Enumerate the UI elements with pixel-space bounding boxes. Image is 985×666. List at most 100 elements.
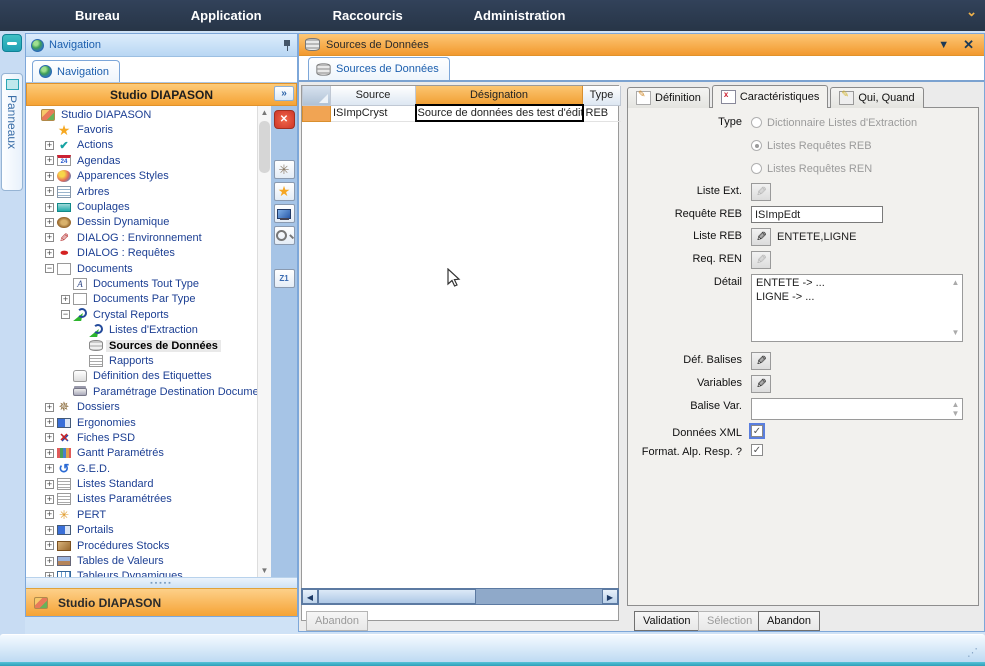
abandon-button[interactable]: Abandon <box>758 611 820 631</box>
pen-icon[interactable] <box>751 228 771 246</box>
expand-icon[interactable]: + <box>45 203 54 212</box>
scrollbar-thumb[interactable] <box>318 589 476 604</box>
tab-navigation[interactable]: Navigation <box>32 60 120 82</box>
pen-icon[interactable] <box>751 375 771 393</box>
tree-item[interactable]: Paramétrage Destination Document <box>26 384 257 399</box>
menu-item-administration[interactable]: Administration <box>474 8 566 23</box>
expand-icon[interactable]: + <box>61 295 70 304</box>
format-alp-checkbox[interactable]: ✓ <box>751 444 763 456</box>
rail-collapse-button[interactable] <box>2 34 22 52</box>
s-lection-button[interactable]: Sélection <box>698 611 761 631</box>
expand-icon[interactable]: + <box>45 141 54 150</box>
tree-item[interactable]: Documents Tout Type <box>26 276 257 291</box>
tree-item[interactable]: +Couplages <box>26 199 257 214</box>
collapse-panel-button[interactable]: » <box>274 86 294 101</box>
expand-icon[interactable]: + <box>45 495 54 504</box>
tree-item[interactable]: −Crystal Reports <box>26 307 257 322</box>
expand-icon[interactable]: + <box>45 249 54 258</box>
input-spinner[interactable]: ▲▼ <box>950 400 961 418</box>
tree-item[interactable]: +Tables de Valeurs <box>26 553 257 568</box>
tree-item[interactable]: Favoris <box>26 122 257 137</box>
search-icon[interactable] <box>274 226 295 245</box>
zoom-z1-icon[interactable] <box>274 269 295 288</box>
menu-item-application[interactable]: Application <box>191 8 262 23</box>
radio-icon[interactable] <box>751 140 762 151</box>
resize-grip[interactable]: ⋰ <box>967 646 979 659</box>
scroll-down-arrow[interactable]: ▼ <box>258 564 271 577</box>
tree-item[interactable]: Studio DIAPASON <box>26 107 257 122</box>
expand-icon[interactable]: + <box>45 541 54 550</box>
grid-column-header-type[interactable]: Type <box>583 86 621 105</box>
scroll-left-arrow[interactable]: ◀ <box>302 589 318 604</box>
close-icon[interactable] <box>274 110 295 129</box>
grid-column-header-source[interactable]: Source <box>331 86 416 105</box>
tree-item[interactable]: +Documents Par Type <box>26 292 257 307</box>
cell-designation[interactable]: Source de données des test d'édition <box>416 105 583 121</box>
expand-icon[interactable]: + <box>45 418 54 427</box>
tree-item[interactable]: Définition des Etiquettes <box>26 369 257 384</box>
cell-type[interactable]: REB <box>583 105 621 121</box>
tree-item[interactable]: +PERT <box>26 507 257 522</box>
abandon-left-button[interactable]: Abandon <box>306 611 368 631</box>
tree-item[interactable]: +Portails <box>26 523 257 538</box>
tree-item[interactable]: +Actions <box>26 138 257 153</box>
panneaux-vertical-tab[interactable]: Panneaux <box>1 73 23 191</box>
tree-item[interactable]: Rapports <box>26 353 257 368</box>
radio-option[interactable]: Dictionnaire Listes d'Extraction <box>751 114 917 131</box>
pen-icon[interactable] <box>751 183 771 201</box>
close-icon[interactable]: ✕ <box>963 37 974 53</box>
chevron-down-icon[interactable]: ⌄ <box>966 4 977 20</box>
tab-caract-ristiques[interactable]: Caractéristiques <box>712 85 828 108</box>
expand-icon[interactable]: + <box>45 172 54 181</box>
tree-item[interactable]: +Fiches PSD <box>26 430 257 445</box>
tab-d-finition[interactable]: Définition <box>627 87 710 108</box>
expand-icon[interactable]: + <box>45 403 54 412</box>
expand-icon[interactable]: + <box>45 449 54 458</box>
expand-icon[interactable]: + <box>45 156 54 165</box>
expand-icon[interactable]: + <box>45 187 54 196</box>
cell-source[interactable]: ISImpCryst <box>331 105 416 121</box>
menu-item-bureau[interactable]: Bureau <box>75 8 120 23</box>
monitor-icon[interactable] <box>274 204 295 223</box>
navigation-bottom-bar[interactable]: Studio DIAPASON <box>26 588 297 616</box>
scrollbar-thumb[interactable] <box>259 121 270 173</box>
scroll-up-arrow[interactable]: ▲ <box>258 106 271 119</box>
expand-icon[interactable]: + <box>45 557 54 566</box>
donnees-xml-checkbox[interactable]: ✓ <box>751 425 763 437</box>
collapse-icon[interactable]: − <box>45 264 54 273</box>
radio-option[interactable]: Listes Requêtes REB <box>751 137 872 154</box>
expand-icon[interactable]: + <box>45 218 54 227</box>
menu-item-raccourcis[interactable]: Raccourcis <box>333 8 403 23</box>
dropdown-arrow-icon[interactable]: ▼ <box>938 39 949 51</box>
row-indicator-cell[interactable] <box>303 105 331 121</box>
tree-item[interactable]: Sources de Données <box>26 338 257 353</box>
expand-icon[interactable]: + <box>45 510 54 519</box>
favorites-icon[interactable] <box>274 182 295 201</box>
tree-item[interactable]: +Listes Standard <box>26 476 257 491</box>
table-row[interactable]: ISImpCrystSource de données des test d'é… <box>303 105 621 121</box>
scroll-right-arrow[interactable]: ▶ <box>602 589 618 604</box>
tree-item[interactable]: +Procédures Stocks <box>26 538 257 553</box>
grid-horizontal-scrollbar[interactable]: ◀ ▶ <box>301 588 619 605</box>
expand-icon[interactable]: + <box>45 233 54 242</box>
tree-item[interactable]: +Agendas <box>26 153 257 168</box>
radio-icon[interactable] <box>751 117 762 128</box>
tree-item[interactable]: +DIALOG : Requêtes <box>26 246 257 261</box>
grid-column-header-désignation[interactable]: Désignation <box>416 86 583 105</box>
tree-item[interactable]: +G.E.D. <box>26 461 257 476</box>
radio-icon[interactable] <box>751 163 762 174</box>
pen-icon[interactable] <box>751 352 771 370</box>
pin-icon[interactable] <box>282 39 292 52</box>
tree-item[interactable]: −Documents <box>26 261 257 276</box>
tree-item[interactable]: +Dessin Dynamique <box>26 215 257 230</box>
expand-icon[interactable]: + <box>45 480 54 489</box>
requete-reb-input[interactable]: ISImpEdt <box>751 206 883 223</box>
tab-qui-quand[interactable]: Qui, Quand <box>830 87 923 108</box>
balise-var-input[interactable]: ▲▼ <box>751 398 963 420</box>
expand-icon[interactable]: + <box>45 433 54 442</box>
tree-item[interactable]: +Apparences Styles <box>26 169 257 184</box>
collapse-icon[interactable]: − <box>61 310 70 319</box>
validation-button[interactable]: Validation <box>634 611 700 631</box>
panel-splitter[interactable]: ▪▪▪▪▪ <box>26 577 297 588</box>
tree-item[interactable]: +Arbres <box>26 184 257 199</box>
